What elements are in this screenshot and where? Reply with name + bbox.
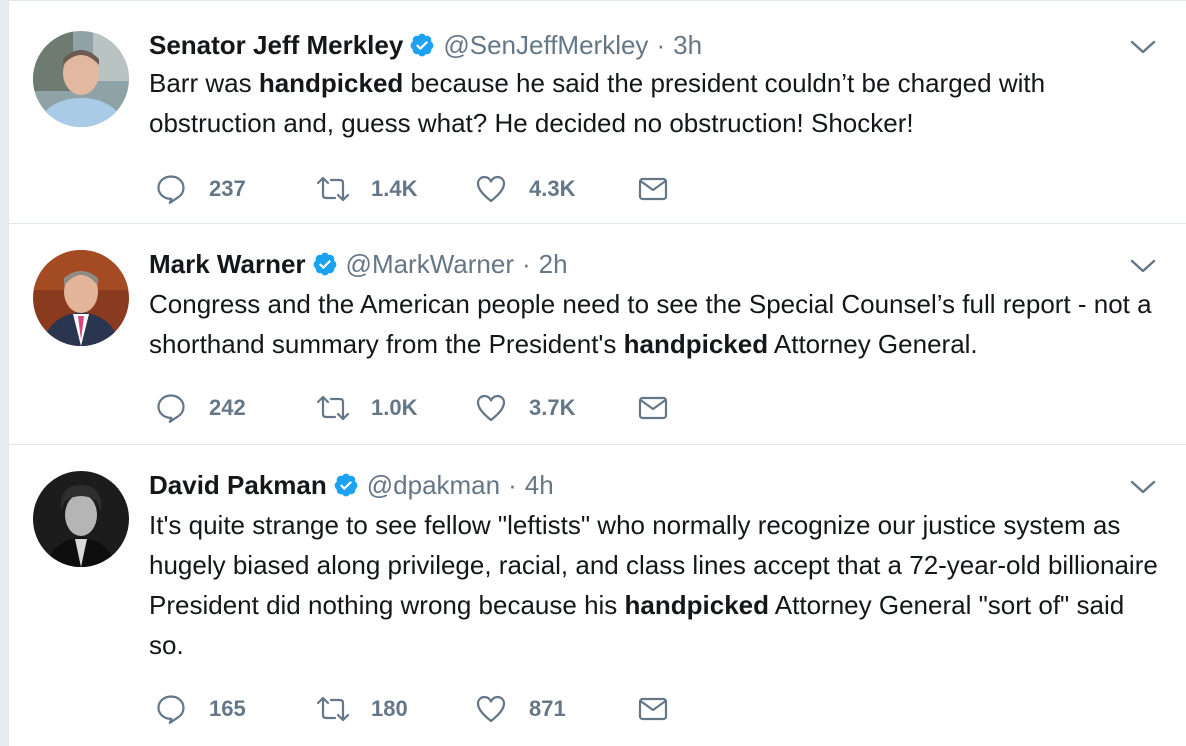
author-handle[interactable]: @dpakman [367, 470, 500, 501]
retweet-count: 180 [371, 696, 408, 721]
author-name[interactable]: David Pakman [149, 470, 327, 501]
verified-badge-icon [409, 32, 435, 58]
like-count: 871 [529, 696, 566, 721]
heart-icon [475, 392, 507, 424]
tweet-header: Mark Warner @MarkWarner · 2h [149, 244, 568, 284]
like-count: 3.7K [529, 395, 576, 420]
chevron-down-icon[interactable] [1129, 477, 1157, 497]
chevron-down-icon[interactable] [1129, 256, 1157, 276]
reply-button[interactable]: 242 [155, 392, 315, 424]
like-count: 4.3K [529, 176, 576, 201]
tweet-text: It's quite strange to see fellow "leftis… [149, 505, 1159, 665]
reply-icon [155, 392, 187, 424]
direct-message-button[interactable] [637, 173, 669, 205]
tweet-actions: 165 180 871 [155, 693, 669, 725]
tweet-text: Congress and the American people need to… [149, 284, 1159, 364]
heart-icon [475, 173, 507, 205]
retweet-button[interactable]: 1.4K [315, 173, 475, 205]
tweet-actions: 242 1.0K 3.7K [155, 392, 669, 424]
tweet-time[interactable]: 2h [539, 249, 568, 280]
tweet-timeline: Senator Jeff Merkley @SenJeffMerkley · 3… [8, 0, 1186, 746]
author-handle[interactable]: @MarkWarner [346, 249, 514, 280]
like-button[interactable]: 4.3K [475, 173, 637, 205]
retweet-button[interactable]: 1.0K [315, 392, 475, 424]
direct-message-icon [637, 173, 669, 205]
retweet-button[interactable]: 180 [315, 693, 475, 725]
tweet-header: Senator Jeff Merkley @SenJeffMerkley · 3… [149, 25, 702, 65]
tweet-text-highlight: handpicked [623, 329, 769, 359]
tweet-text-highlight: handpicked [258, 68, 404, 98]
author-handle[interactable]: @SenJeffMerkley [443, 30, 648, 61]
tweet-text-part: Barr was [149, 68, 259, 98]
direct-message-icon [637, 392, 669, 424]
direct-message-icon [637, 693, 669, 725]
tweet-pakman[interactable]: David Pakman @dpakman · 4h It's quite st… [9, 445, 1186, 746]
separator: · [508, 469, 517, 500]
tweet-actions: 237 1.4K 4.3K [155, 173, 669, 205]
like-button[interactable]: 3.7K [475, 392, 637, 424]
reply-button[interactable]: 165 [155, 693, 315, 725]
reply-count: 237 [209, 176, 246, 201]
tweet-text: Barr was handpicked because he said the … [149, 63, 1159, 143]
tweet-time[interactable]: 3h [673, 30, 702, 61]
chevron-down-icon[interactable] [1129, 37, 1157, 57]
author-name[interactable]: Senator Jeff Merkley [149, 30, 403, 61]
direct-message-button[interactable] [637, 693, 669, 725]
avatar[interactable] [33, 31, 129, 127]
avatar[interactable] [33, 250, 129, 346]
direct-message-button[interactable] [637, 392, 669, 424]
retweet-icon [315, 173, 351, 205]
tweet-text-highlight: handpicked [624, 590, 770, 620]
retweet-icon [315, 392, 351, 424]
retweet-count: 1.0K [371, 395, 418, 420]
tweet-time[interactable]: 4h [525, 470, 554, 501]
tweet-warner[interactable]: Mark Warner @MarkWarner · 2h Congress an… [9, 224, 1186, 445]
reply-icon [155, 173, 187, 205]
heart-icon [475, 693, 507, 725]
verified-badge-icon [333, 472, 359, 498]
author-name[interactable]: Mark Warner [149, 249, 306, 280]
verified-badge-icon [312, 251, 338, 277]
reply-count: 242 [209, 395, 246, 420]
reply-count: 165 [209, 696, 246, 721]
separator: · [522, 248, 531, 279]
avatar[interactable] [33, 471, 129, 567]
tweet-text-part: Attorney General. [768, 329, 978, 359]
tweet-merkley[interactable]: Senator Jeff Merkley @SenJeffMerkley · 3… [9, 0, 1186, 224]
tweet-header: David Pakman @dpakman · 4h [149, 465, 554, 505]
separator: · [656, 29, 666, 60]
retweet-icon [315, 693, 351, 725]
reply-button[interactable]: 237 [155, 173, 315, 205]
reply-icon [155, 693, 187, 725]
retweet-count: 1.4K [371, 176, 418, 201]
like-button[interactable]: 871 [475, 693, 637, 725]
